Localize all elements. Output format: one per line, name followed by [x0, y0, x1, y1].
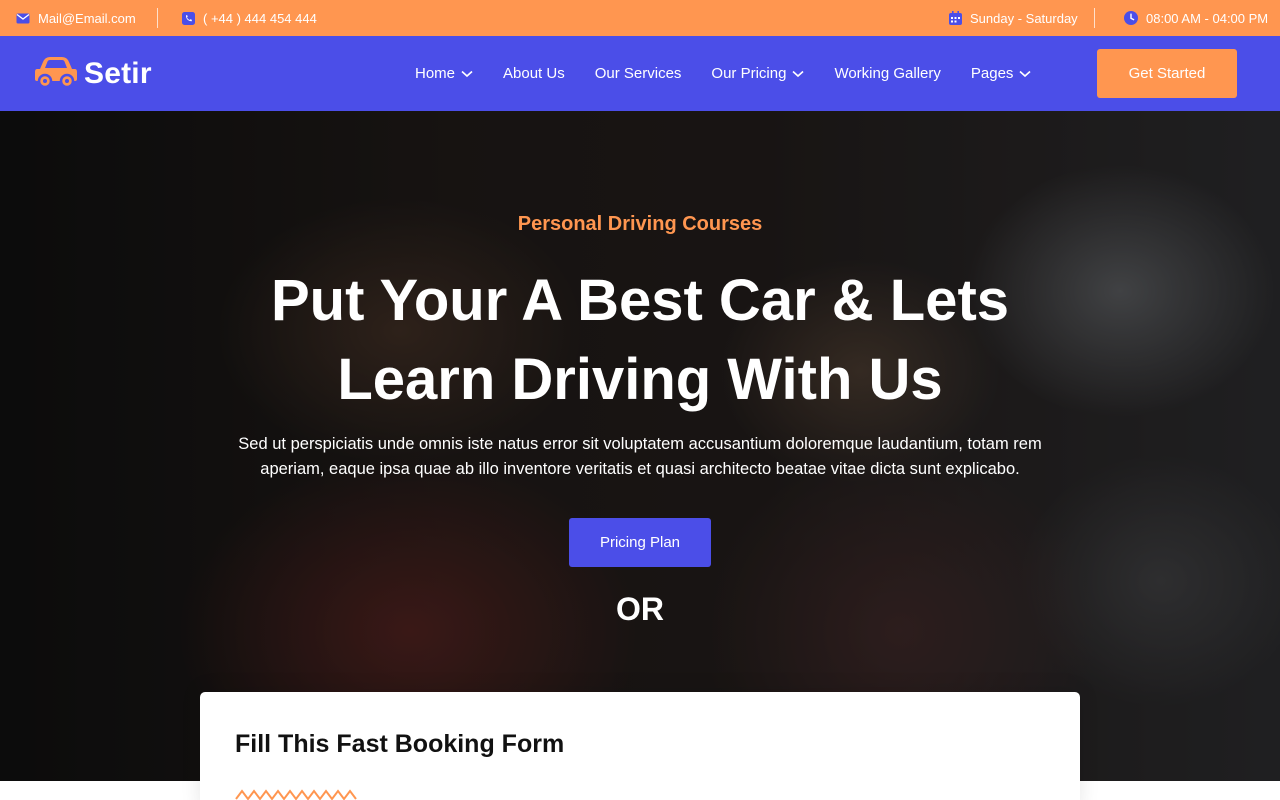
hero-title-line-1: Put Your A Best Car & Lets [270, 268, 1010, 333]
nav-item-label: Home [415, 65, 456, 82]
hero-description: Sed ut perspiciatis unde omnis iste natu… [238, 435, 1042, 478]
brand-logo[interactable]: Setir [34, 56, 152, 92]
nav-item-our-services[interactable]: Our Services [595, 65, 682, 82]
hero-tagline: Personal Driving Courses [517, 213, 763, 235]
clock-icon [1124, 11, 1138, 25]
main-navbar: Setir Home About Us Our Services Our Pri… [0, 36, 1280, 111]
chevron-down-icon [792, 65, 804, 82]
nav-item-home[interactable]: Home [415, 65, 473, 82]
chevron-down-icon [1019, 65, 1031, 82]
hero-title-line-2: Learn Driving With Us [337, 347, 943, 412]
or-divider-text: OR [616, 591, 664, 627]
chevron-down-icon [461, 65, 473, 82]
nav-item-label: Working Gallery [834, 65, 941, 82]
working-days: Sunday - Saturday [949, 0, 1078, 36]
booking-form-title: Fill This Fast Booking Form [235, 730, 565, 758]
zigzag-divider-icon [235, 788, 359, 800]
nav-item-label: Pages [970, 65, 1014, 82]
nav-item-about-us[interactable]: About Us [503, 65, 565, 82]
get-started-button[interactable]: Get Started [1097, 49, 1237, 98]
pricing-plan-button[interactable]: Pricing Plan [569, 518, 711, 567]
days-text: Sunday - Saturday [970, 10, 1078, 26]
nav-item-label: About Us [503, 65, 565, 82]
phone-text: ( +44 ) 444 454 444 [203, 10, 317, 26]
car-icon [34, 56, 78, 93]
envelope-icon [16, 13, 30, 24]
hero-section: Personal Driving Courses Put Your A Best… [0, 111, 1280, 781]
divider [157, 8, 158, 28]
email-text: Mail@Email.com [38, 10, 136, 26]
top-info-bar: Mail@Email.com ( +44 ) 444 454 444 Sunda… [0, 0, 1280, 36]
calendar-icon [949, 11, 962, 25]
email-contact[interactable]: Mail@Email.com [16, 0, 136, 36]
working-hours: 08:00 AM - 04:00 PM [1124, 0, 1268, 36]
nav-item-pages[interactable]: Pages [971, 65, 1032, 82]
booking-form-card: Fill This Fast Booking Form [200, 692, 1080, 800]
phone-icon [182, 11, 195, 25]
phone-contact[interactable]: ( +44 ) 444 454 444 [182, 0, 317, 36]
nav-item-our-pricing[interactable]: Our Pricing [711, 65, 804, 82]
hero-title: Put Your A Best Car & Lets Learn Driving… [240, 261, 1040, 419]
brand-name: Setir [84, 57, 152, 90]
nav-item-working-gallery[interactable]: Working Gallery [834, 65, 940, 82]
nav-item-label: Our Services [594, 65, 682, 82]
hours-text: 08:00 AM - 04:00 PM [1146, 10, 1269, 26]
nav-menu: Home About Us Our Services Our Pricing W… [415, 36, 1031, 111]
divider [1094, 8, 1095, 28]
nav-item-label: Our Pricing [711, 65, 787, 82]
